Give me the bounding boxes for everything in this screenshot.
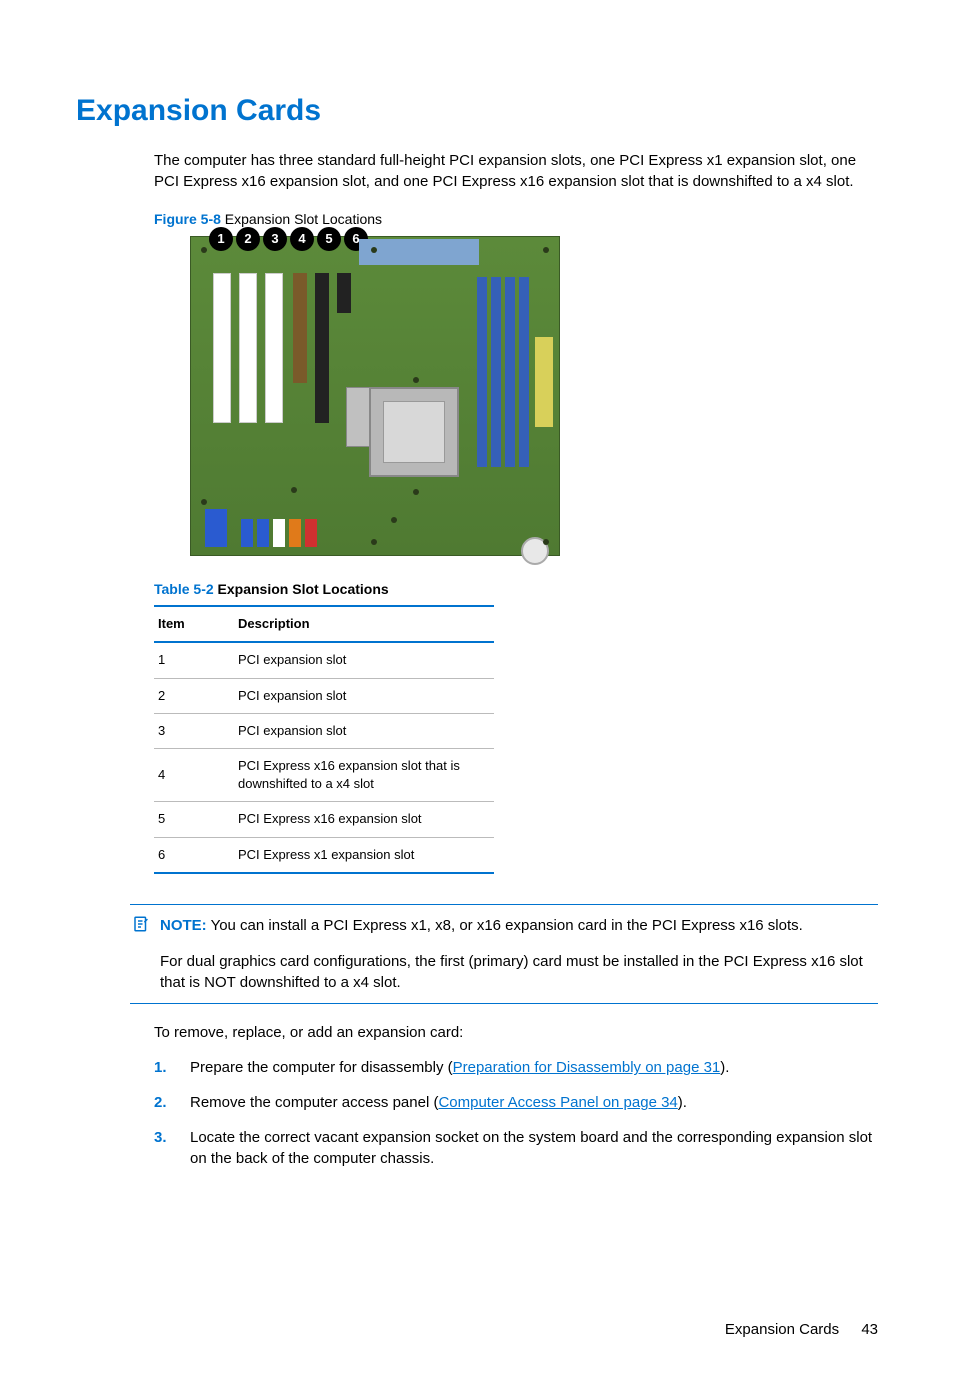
- pcie-x1-slot: [337, 273, 351, 313]
- note-followup: For dual graphics card configurations, t…: [160, 951, 878, 993]
- table-label: Table 5-2: [154, 581, 214, 597]
- table-row: 2PCI expansion slot: [154, 678, 494, 713]
- step-2: 2. Remove the computer access panel (Com…: [154, 1092, 878, 1113]
- sata-ports: [241, 519, 317, 547]
- step-number: 1.: [154, 1057, 172, 1078]
- table-row: 5PCI Express x16 expansion slot: [154, 802, 494, 837]
- pci-slot-1: [213, 273, 231, 423]
- intro-paragraph: The computer has three standard full-hei…: [154, 150, 878, 192]
- steps-list: 1. Prepare the computer for disassembly …: [154, 1057, 878, 1169]
- ram-slots: [477, 277, 529, 467]
- callout-5: 5: [317, 227, 341, 251]
- table-row: 1PCI expansion slot: [154, 642, 494, 678]
- table-caption: Table 5-2 Expansion Slot Locations: [154, 580, 878, 600]
- atx-power: [535, 337, 553, 427]
- motherboard-figure: 1 2 3 4 5 6: [190, 236, 878, 556]
- motherboard-image: 1 2 3 4 5 6: [190, 236, 560, 556]
- table-title: Expansion Slot Locations: [218, 581, 389, 597]
- note-icon: [130, 915, 152, 940]
- step-3: 3. Locate the correct vacant expansion s…: [154, 1127, 878, 1169]
- page-heading: Expansion Cards: [76, 90, 878, 132]
- callout-2: 2: [236, 227, 260, 251]
- callout-4: 4: [290, 227, 314, 251]
- pci-slot-2: [239, 273, 257, 423]
- figure-label: Figure 5-8: [154, 211, 221, 227]
- step-number: 2.: [154, 1092, 172, 1113]
- front-header: [205, 509, 227, 547]
- step-text: Remove the computer access panel (Comput…: [190, 1092, 687, 1113]
- slot-locations-table: Item Description 1PCI expansion slot 2PC…: [154, 605, 494, 874]
- page-footer: Expansion Cards 43: [76, 1319, 878, 1340]
- table-row: 6PCI Express x1 expansion slot: [154, 837, 494, 873]
- th-desc: Description: [234, 606, 494, 642]
- note-text: You can install a PCI Express x1, x8, or…: [211, 917, 803, 934]
- footer-page-number: 43: [861, 1321, 878, 1338]
- pcie-x16-x4-slot: [293, 273, 307, 383]
- note-block: NOTE: You can install a PCI Express x1, …: [130, 904, 878, 1005]
- step-text: Locate the correct vacant expansion sock…: [190, 1127, 878, 1169]
- link-access-panel[interactable]: Computer Access Panel on page 34: [438, 1094, 677, 1111]
- callout-row: 1 2 3 4 5 6: [209, 227, 368, 251]
- table-row: 3PCI expansion slot: [154, 713, 494, 748]
- th-item: Item: [154, 606, 234, 642]
- footer-section: Expansion Cards: [725, 1321, 839, 1338]
- note-label: NOTE:: [160, 917, 207, 934]
- step-1: 1. Prepare the computer for disassembly …: [154, 1057, 878, 1078]
- callout-1: 1: [209, 227, 233, 251]
- cpu-socket: [369, 387, 459, 477]
- rear-io: [359, 239, 479, 265]
- pcie-x16-slot: [315, 273, 329, 423]
- figure-title: Expansion Slot Locations: [225, 211, 382, 227]
- callout-3: 3: [263, 227, 287, 251]
- pci-slot-3: [265, 273, 283, 423]
- link-preparation-disassembly[interactable]: Preparation for Disassembly on page 31: [453, 1059, 721, 1076]
- instruction-lead: To remove, replace, or add an expansion …: [154, 1022, 878, 1043]
- step-text: Prepare the computer for disassembly (Pr…: [190, 1057, 729, 1078]
- step-number: 3.: [154, 1127, 172, 1169]
- table-row: 4PCI Express x16 expansion slot that is …: [154, 748, 494, 801]
